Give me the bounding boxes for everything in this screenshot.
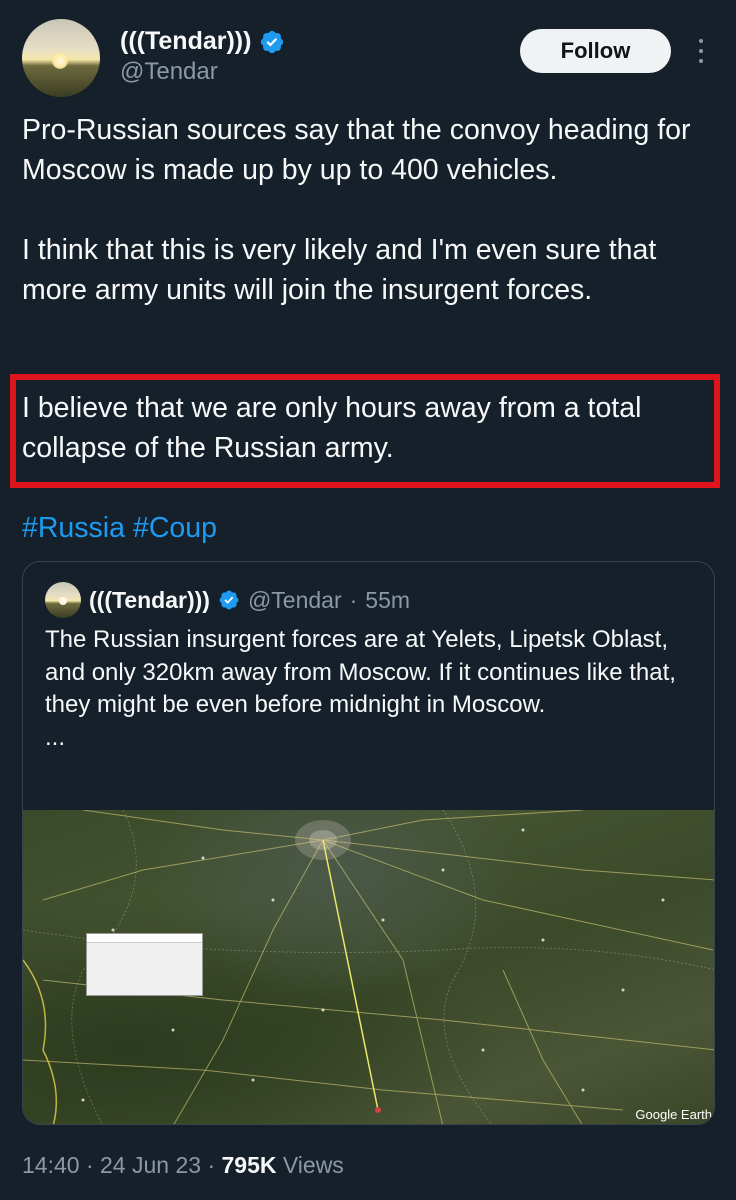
quoted-tweet-header: (((Tendar))) @Tendar · 55m bbox=[45, 582, 410, 618]
footer-separator: · bbox=[85, 1152, 94, 1178]
meta-separator: · bbox=[349, 586, 358, 613]
ruler-dialog-titlebar bbox=[87, 934, 202, 943]
quoted-text-ellipsis: ... bbox=[45, 723, 66, 751]
quoted-author-avatar bbox=[45, 582, 81, 618]
quoted-author-handle: @Tendar bbox=[247, 586, 342, 613]
views-count[interactable]: 795K bbox=[222, 1152, 277, 1178]
map-credit: Google Earth bbox=[635, 1107, 712, 1122]
author-display-name[interactable]: (((Tendar))) bbox=[120, 27, 251, 56]
author-avatar[interactable] bbox=[22, 19, 100, 97]
quoted-author-name: (((Tendar))) bbox=[89, 586, 210, 613]
hashtags: #Russia #Coup bbox=[22, 512, 225, 545]
quoted-text: The Russian insurgent forces are at Yele… bbox=[45, 624, 705, 754]
tweet-time[interactable]: 14:40 bbox=[22, 1152, 80, 1178]
quoted-tweet[interactable]: (((Tendar))) @Tendar · 55m The Russian i… bbox=[22, 561, 715, 1125]
verified-badge-icon bbox=[219, 590, 239, 610]
views-label: Views bbox=[282, 1152, 344, 1178]
quoted-time: 55m bbox=[365, 586, 411, 613]
quoted-text-body: The Russian insurgent forces are at Yele… bbox=[45, 626, 676, 718]
red-highlight-box bbox=[10, 374, 720, 488]
tweet-header: (((Tendar))) @Tendar Follow bbox=[0, 0, 736, 100]
author-handle[interactable]: @Tendar bbox=[120, 58, 218, 86]
verified-badge-icon bbox=[261, 30, 284, 53]
ruler-dialog bbox=[86, 933, 203, 996]
footer-separator: · bbox=[207, 1152, 216, 1178]
tweet-footer: 14:40 · 24 Jun 23 · 795K Views bbox=[22, 1152, 344, 1179]
map-image[interactable]: Google Earth bbox=[23, 810, 714, 1124]
tweet-paragraph-2: I think that this is very likely and I'm… bbox=[22, 234, 657, 306]
more-vertical-icon[interactable] bbox=[689, 35, 713, 67]
hashtag-coup[interactable]: #Coup bbox=[133, 512, 217, 544]
follow-button[interactable]: Follow bbox=[520, 29, 671, 73]
author-name-row: (((Tendar))) bbox=[120, 27, 285, 56]
hashtag-russia[interactable]: #Russia bbox=[22, 512, 125, 544]
tweet-date[interactable]: 24 Jun 23 bbox=[100, 1152, 201, 1178]
tweet-paragraph-1: Pro-Russian sources say that the convoy … bbox=[22, 114, 691, 186]
